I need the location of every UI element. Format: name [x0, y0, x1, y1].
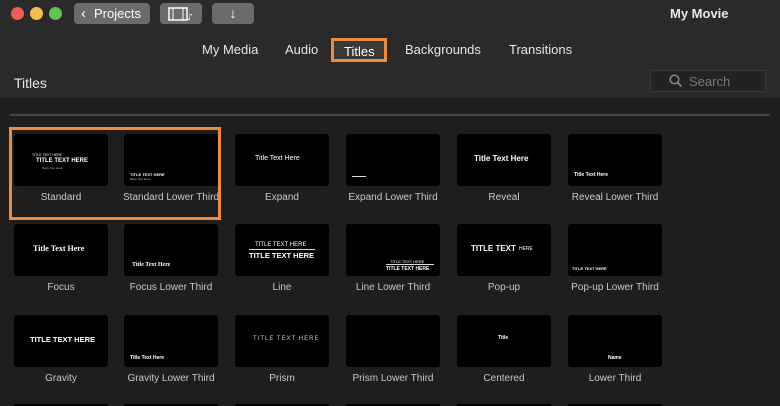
- preview-line: [352, 176, 366, 177]
- zoom-window-button[interactable]: [49, 7, 62, 20]
- title-thumbnail: Title Text Here: [457, 134, 551, 186]
- thumbnail-preview-text: Name: [608, 355, 622, 361]
- title-name: Line: [272, 282, 292, 293]
- title-name: Lower Third: [588, 373, 642, 384]
- minimize-window-button[interactable]: [30, 7, 43, 20]
- thumbnail-preview-text: Title Text Here: [474, 154, 529, 163]
- title-thumbnail: TITLE TEXT HERE: [14, 315, 108, 367]
- title-name: Expand Lower Third: [348, 192, 438, 203]
- tab-titles[interactable]: Titles: [331, 38, 387, 62]
- title-thumbnail: Name: [568, 315, 662, 367]
- title-thumbnail: Title Text Here: [568, 134, 662, 186]
- title-name: Prism Lower Third: [352, 373, 434, 384]
- title-thumbnail: [346, 134, 440, 186]
- thumbnail-preview-text: TITLE TEXT HERE: [386, 266, 430, 272]
- title-thumbnail: Title Text Here: [124, 315, 218, 367]
- title-name: Gravity Lower Third: [127, 373, 215, 384]
- projects-button-label: Projects: [94, 6, 141, 21]
- title-name: Gravity: [45, 373, 77, 384]
- title-name: Prism: [269, 373, 295, 384]
- chevron-left-icon: ‹: [81, 5, 86, 22]
- tab-titles-label: Titles: [344, 44, 375, 59]
- title-thumbnail: TITLE TEXT HERE: [568, 224, 662, 276]
- preview-line: [249, 249, 315, 250]
- title-thumbnail: TITLE TEXT HERE TITLE TEXT HERE: [346, 224, 440, 276]
- window-titlebar: ‹ Projects ♪ ↓ My Movie: [0, 0, 780, 30]
- search-icon: [669, 74, 683, 88]
- divider: [10, 114, 770, 116]
- title-name: Pop-up: [487, 282, 521, 293]
- title-thumbnail: TITLE TEXT HERE: [457, 224, 551, 276]
- section-header: Titles Search: [0, 68, 780, 98]
- thumbnail-preview-text: Title Text Here: [255, 155, 300, 162]
- title-thumbnail: TITLE TEXT HERE TITLE TEXT HERE Body Tex…: [14, 134, 108, 186]
- search-field[interactable]: Search: [650, 70, 766, 92]
- title-name: Standard Lower Third: [123, 192, 219, 203]
- media-browser-button[interactable]: ♪: [160, 3, 202, 24]
- thumbnail-preview-text: Title: [498, 335, 509, 341]
- title-name: Centered: [483, 373, 525, 384]
- tab-my-media[interactable]: My Media: [202, 42, 258, 57]
- tab-backgrounds[interactable]: Backgrounds: [405, 42, 481, 57]
- thumbnail-preview-text: TITLE TEXT HERE: [572, 266, 607, 271]
- search-placeholder: Search: [689, 74, 731, 89]
- close-window-button[interactable]: [11, 7, 24, 20]
- title-thumbnail: Title Text Here: [14, 224, 108, 276]
- title-name: Line Lower Third: [355, 282, 431, 293]
- thumbnail-preview-text: TITLE TEXT HERE: [253, 336, 320, 342]
- thumbnail-preview-text: TITLE TEXT HERE: [36, 158, 89, 164]
- window-title: My Movie: [670, 6, 729, 21]
- title-name: Pop-up Lower Third: [571, 282, 659, 293]
- thumbnail-preview-text: Title Text Here: [132, 262, 171, 268]
- title-name: Standard: [40, 192, 82, 203]
- tab-audio[interactable]: Audio: [285, 42, 318, 57]
- title-thumbnail: TITLE TEXT HERE: [235, 315, 329, 367]
- title-thumbnail: TITLE TEXT HERE Body Text Here: [124, 134, 218, 186]
- film-music-icon: ♪: [168, 7, 193, 23]
- browser-tabs: My Media Audio Backgrounds Transitions: [0, 30, 780, 68]
- import-button[interactable]: ↓: [212, 3, 254, 24]
- projects-button[interactable]: ‹ Projects: [74, 3, 150, 24]
- preview-line: [386, 264, 434, 265]
- title-thumbnail: Title: [457, 315, 551, 367]
- title-name: Focus: [47, 282, 75, 293]
- title-name: Reveal: [488, 192, 520, 203]
- thumbnail-preview-text: TITLE TEXT HERE: [30, 335, 96, 344]
- thumbnail-preview-text: TITLE TEXT: [471, 244, 516, 253]
- title-thumbnail: [346, 315, 440, 367]
- tab-transitions[interactable]: Transitions: [509, 42, 572, 57]
- title-thumbnail: Title Text Here: [235, 134, 329, 186]
- thumbnail-preview-text: Title Text Here: [33, 244, 85, 253]
- title-thumbnail: Title Text Here: [124, 224, 218, 276]
- download-arrow-icon: ↓: [229, 5, 237, 21]
- title-name: Expand: [265, 192, 299, 203]
- section-title: Titles: [14, 75, 47, 91]
- thumbnail-preview-text: Title Text Here: [130, 355, 164, 361]
- title-thumbnail: TITLE TEXT HERE TITLE TEXT HERE: [235, 224, 329, 276]
- title-name: Reveal Lower Third: [571, 192, 659, 203]
- svg-text:♪: ♪: [187, 13, 193, 23]
- thumbnail-preview-text: Title Text Here: [574, 172, 608, 178]
- thumbnail-preview-text: TITLE TEXT HERE: [249, 251, 315, 260]
- title-name: Focus Lower Third: [129, 282, 213, 293]
